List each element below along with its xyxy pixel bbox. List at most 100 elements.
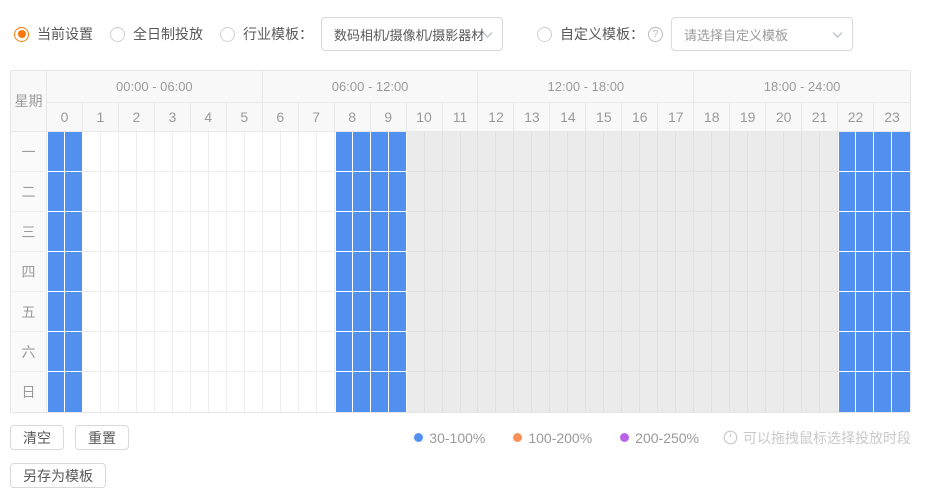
industry-template-select[interactable]: 数码相机/摄像机/摄影器材 <box>321 17 503 51</box>
schedule-cell[interactable] <box>514 132 533 172</box>
schedule-cell[interactable] <box>568 172 587 212</box>
schedule-cell[interactable] <box>694 172 713 212</box>
schedule-cell[interactable] <box>514 212 533 252</box>
schedule-cell[interactable] <box>388 372 407 412</box>
schedule-cell[interactable] <box>370 132 389 172</box>
schedule-cell[interactable] <box>370 332 389 372</box>
schedule-cell[interactable] <box>370 172 389 212</box>
schedule-cell[interactable] <box>838 172 857 212</box>
schedule-cell[interactable] <box>370 292 389 332</box>
schedule-cell[interactable] <box>406 292 425 332</box>
schedule-cell[interactable] <box>514 172 533 212</box>
schedule-cell[interactable] <box>64 132 83 172</box>
schedule-cell[interactable] <box>748 172 767 212</box>
schedule-cell[interactable] <box>550 212 569 252</box>
schedule-cell[interactable] <box>766 372 785 412</box>
schedule-cell[interactable] <box>100 332 119 372</box>
schedule-cell[interactable] <box>82 172 101 212</box>
schedule-cell[interactable] <box>280 132 299 172</box>
schedule-cell[interactable] <box>460 332 479 372</box>
schedule-cell[interactable] <box>658 372 677 412</box>
schedule-cell[interactable] <box>550 292 569 332</box>
schedule-cell[interactable] <box>820 172 839 212</box>
schedule-cell[interactable] <box>532 132 551 172</box>
schedule-cell[interactable] <box>802 212 821 252</box>
schedule-cell[interactable] <box>64 372 83 412</box>
schedule-cell[interactable] <box>622 332 641 372</box>
schedule-cell[interactable] <box>676 292 695 332</box>
schedule-cell[interactable] <box>748 372 767 412</box>
schedule-cell[interactable] <box>874 132 893 172</box>
schedule-cell[interactable] <box>334 132 353 172</box>
radio-option-all-day[interactable]: 全日制投放 <box>110 24 203 44</box>
radio-icon[interactable] <box>537 26 552 42</box>
help-question-icon[interactable]: ? <box>648 26 663 42</box>
schedule-cell[interactable] <box>694 292 713 332</box>
schedule-cell[interactable] <box>47 372 65 412</box>
schedule-cell[interactable] <box>100 132 119 172</box>
schedule-cell[interactable] <box>64 172 83 212</box>
schedule-cell[interactable] <box>100 212 119 252</box>
schedule-cell[interactable] <box>568 372 587 412</box>
schedule-cell[interactable] <box>604 132 623 172</box>
schedule-cell[interactable] <box>298 132 317 172</box>
schedule-cell[interactable] <box>856 332 875 372</box>
schedule-cell[interactable] <box>622 252 641 292</box>
schedule-cell[interactable] <box>406 132 425 172</box>
schedule-cell[interactable] <box>406 372 425 412</box>
schedule-cell[interactable] <box>442 252 461 292</box>
radio-icon[interactable] <box>110 26 125 42</box>
schedule-cell[interactable] <box>892 292 910 332</box>
schedule-cell[interactable] <box>118 132 137 172</box>
schedule-cell[interactable] <box>442 132 461 172</box>
schedule-cell[interactable] <box>640 212 659 252</box>
schedule-cell[interactable] <box>478 252 497 292</box>
schedule-cell[interactable] <box>442 372 461 412</box>
schedule-cell[interactable] <box>784 332 803 372</box>
schedule-cell[interactable] <box>892 212 910 252</box>
schedule-cell[interactable] <box>802 172 821 212</box>
schedule-cell[interactable] <box>604 252 623 292</box>
schedule-cell[interactable] <box>460 292 479 332</box>
schedule-cell[interactable] <box>694 252 713 292</box>
schedule-cell[interactable] <box>154 212 173 252</box>
schedule-cell[interactable] <box>262 132 281 172</box>
schedule-cell[interactable] <box>352 132 371 172</box>
schedule-cell[interactable] <box>47 212 65 252</box>
schedule-cell[interactable] <box>82 372 101 412</box>
schedule-cell[interactable] <box>640 332 659 372</box>
schedule-cell[interactable] <box>550 332 569 372</box>
schedule-cell[interactable] <box>352 372 371 412</box>
schedule-cell[interactable] <box>262 212 281 252</box>
schedule-cell[interactable] <box>460 132 479 172</box>
schedule-cell[interactable] <box>334 172 353 212</box>
schedule-cell[interactable] <box>100 292 119 332</box>
schedule-cell[interactable] <box>784 292 803 332</box>
schedule-cell[interactable] <box>730 212 749 252</box>
schedule-cell[interactable] <box>352 212 371 252</box>
schedule-cell[interactable] <box>532 212 551 252</box>
schedule-cell[interactable] <box>190 172 209 212</box>
schedule-cell[interactable] <box>802 372 821 412</box>
schedule-cell[interactable] <box>262 292 281 332</box>
schedule-cell[interactable] <box>82 292 101 332</box>
schedule-cell[interactable] <box>640 292 659 332</box>
schedule-cell[interactable] <box>352 172 371 212</box>
schedule-cell[interactable] <box>892 332 910 372</box>
schedule-cell[interactable] <box>298 332 317 372</box>
schedule-cell[interactable] <box>208 172 227 212</box>
schedule-cell[interactable] <box>622 372 641 412</box>
schedule-cell[interactable] <box>604 292 623 332</box>
schedule-cell[interactable] <box>262 172 281 212</box>
schedule-cell[interactable] <box>622 292 641 332</box>
schedule-cell[interactable] <box>730 172 749 212</box>
reset-button[interactable]: 重置 <box>75 425 129 450</box>
schedule-cell[interactable] <box>766 132 785 172</box>
schedule-cell[interactable] <box>730 132 749 172</box>
schedule-cell[interactable] <box>118 212 137 252</box>
schedule-cell[interactable] <box>136 332 155 372</box>
schedule-cell[interactable] <box>172 292 191 332</box>
schedule-cell[interactable] <box>136 252 155 292</box>
schedule-cell[interactable] <box>658 172 677 212</box>
schedule-cell[interactable] <box>298 372 317 412</box>
